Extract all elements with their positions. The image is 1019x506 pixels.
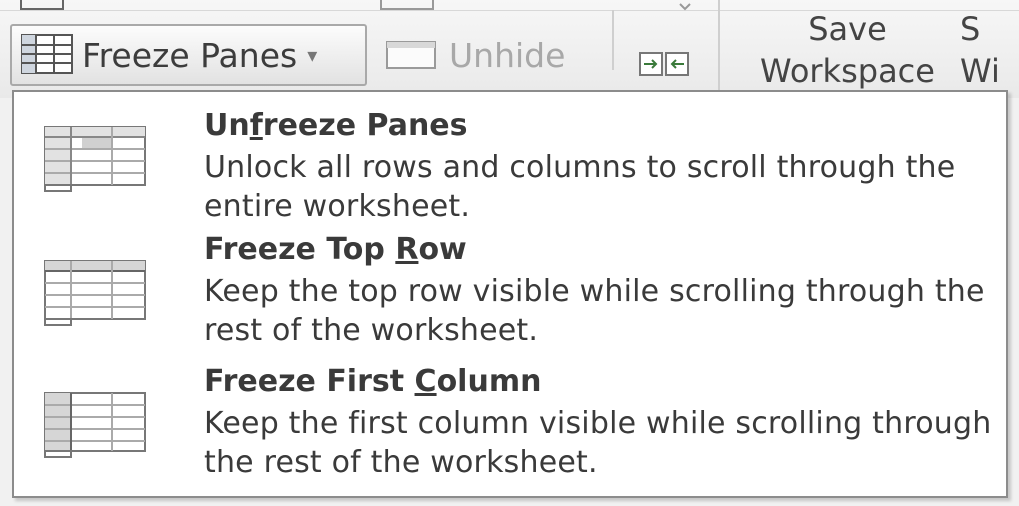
unhide-button[interactable]: Unhide [385,24,565,86]
chevron-down-icon [679,3,691,11]
save-workspace-button[interactable]: Save Workspace [735,8,960,92]
menu-item-freeze-top-row[interactable]: Freeze Top Row Keep the top row visible … [14,232,1006,364]
menu-item-description: Keep the first column visible while scro… [204,406,992,480]
unhide-window-icon [386,41,436,69]
ribbon-cutoff-control [20,0,64,10]
ribbon-separator [612,10,614,70]
view-side-by-side-icon[interactable] [638,50,690,78]
freeze-panes-menu: Unfreeze Panes Unlock all rows and colum… [12,90,1008,498]
ribbon-cutoff-control [380,0,434,10]
menu-item-description: Keep the top row visible while scrolling… [204,274,985,348]
chevron-down-icon: ▾ [307,43,318,67]
freeze-top-row-icon [44,260,146,326]
switch-windows-line2: Wi [960,52,1000,90]
save-workspace-line2: Workspace [760,52,935,90]
menu-item-title: Unfreeze Panes [204,108,468,143]
worksheet-edge [0,98,10,506]
freeze-first-column-icon [44,392,146,458]
unfreeze-panes-icon [44,126,146,192]
menu-item-unfreeze-panes[interactable]: Unfreeze Panes Unlock all rows and colum… [14,100,1006,232]
freeze-panes-icon [21,34,73,74]
ribbon-separator [718,0,720,92]
freeze-panes-label: Freeze Panes [82,35,298,75]
switch-windows-button[interactable]: S Wi [960,8,1019,92]
menu-item-title: Freeze First Column [204,364,542,399]
ribbon-window-group: Freeze Panes ▾ Unhide Save Workspace S W… [0,0,1019,98]
save-workspace-line1: Save [808,10,887,48]
menu-item-title: Freeze Top Row [204,232,467,267]
menu-item-description: Unlock all rows and columns to scroll th… [204,150,956,224]
freeze-panes-button[interactable]: Freeze Panes ▾ [10,24,367,86]
switch-windows-line1: S [960,10,981,48]
unhide-label: Unhide [449,35,566,75]
menu-item-freeze-first-column[interactable]: Freeze First Column Keep the first colum… [14,364,1006,496]
